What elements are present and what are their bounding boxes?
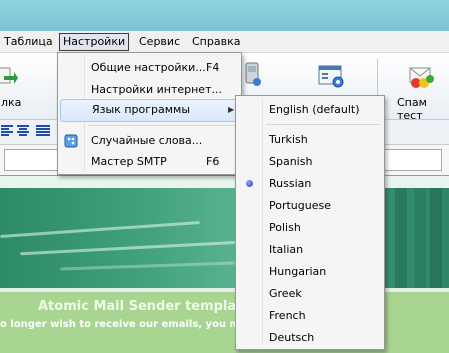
- menu-service[interactable]: Сервис: [136, 34, 183, 49]
- unsubscribe-text: o longer wish to receive our emails, you…: [0, 319, 268, 330]
- lang-polish[interactable]: Polish: [238, 217, 381, 238]
- window-title-bar: [0, 0, 449, 31]
- template-title: Atomic Mail Sender templa: [38, 299, 237, 314]
- lang-hungarian[interactable]: Hungarian: [238, 261, 381, 282]
- device-icon[interactable]: [243, 61, 263, 87]
- align-center-icon[interactable]: [17, 125, 29, 137]
- lang-spanish[interactable]: Spanish: [238, 151, 381, 172]
- lang-english[interactable]: English (default): [238, 99, 381, 120]
- lang-greek[interactable]: Greek: [238, 283, 381, 304]
- spam-test-label: Спам тест: [397, 96, 427, 122]
- lang-deutsch[interactable]: Deutsch: [238, 327, 381, 348]
- menu-item-program-language[interactable]: Язык программы ▶: [60, 99, 239, 122]
- lang-russian[interactable]: Russian: [238, 173, 381, 194]
- menu-item-random-words[interactable]: Случайные слова...: [60, 130, 239, 151]
- lang-italian[interactable]: Italian: [238, 239, 381, 260]
- lang-french[interactable]: French: [238, 305, 381, 326]
- menu-item-smtp-wizard[interactable]: Мастер SMTP F6: [60, 151, 239, 172]
- menu-separator: [88, 125, 236, 126]
- lang-portuguese[interactable]: Portuguese: [238, 195, 381, 216]
- menu-settings[interactable]: Настройки: [59, 33, 130, 51]
- menu-item-general-settings[interactable]: Общие настройки... F4: [60, 57, 239, 78]
- lang-turkish[interactable]: Turkish: [238, 129, 381, 150]
- send-icon[interactable]: [0, 65, 18, 87]
- settings-menu: Общие настройки... F4 Настройки интернет…: [57, 52, 242, 175]
- menu-help[interactable]: Справка: [189, 34, 243, 49]
- spam-test-icon[interactable]: [409, 65, 435, 89]
- menu-bar: Таблица Настройки Сервис Справка: [0, 31, 449, 53]
- submenu-arrow-icon: ▶: [228, 105, 235, 114]
- toolbar-send-label: лка: [1, 96, 22, 109]
- language-submenu: English (default) Turkish Spanish Russia…: [235, 95, 385, 350]
- menu-item-internet-settings[interactable]: Настройки интернет...: [60, 79, 239, 100]
- menu-table[interactable]: Таблица: [1, 34, 56, 49]
- align-left-icon[interactable]: [1, 125, 13, 137]
- justify-icon[interactable]: [36, 125, 50, 137]
- submenu-separator: [266, 124, 380, 125]
- report-settings-icon[interactable]: [318, 64, 346, 90]
